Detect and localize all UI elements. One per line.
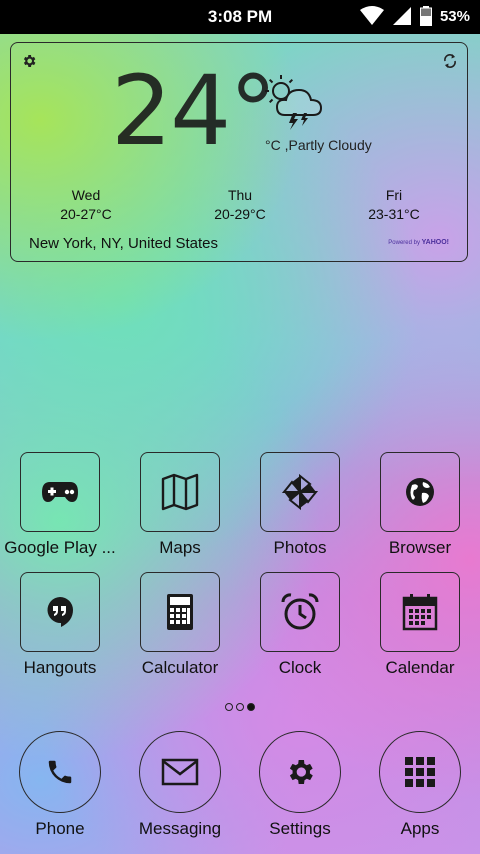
gear-icon[interactable] [21,53,37,69]
partly-cloudy-storm-icon [265,75,323,130]
app-label: Photos [273,538,327,557]
app-label: Phone [35,819,85,838]
app-label: Hangouts [23,658,97,677]
app-tile[interactable] [260,572,340,652]
dock-phone[interactable]: Phone [0,731,120,839]
dock-tile[interactable] [259,731,341,813]
battery-icon [419,6,432,26]
page-dot-active[interactable] [247,703,255,711]
app-label: Messaging [138,819,222,838]
forecast-day-2: Thu 20-29°C [185,186,295,224]
app-browser[interactable]: Browser [360,452,480,558]
gear-icon [289,760,313,784]
wifi-icon [359,6,384,25]
refresh-icon[interactable] [443,53,457,69]
quote-bubble-icon [47,597,73,627]
calculator-icon [167,594,193,630]
app-tile[interactable] [380,452,460,532]
weather-widget[interactable]: 24° °C ,Partly Cloudy Wed 20-27°C Thu 20… [10,42,468,262]
app-label: Clock [278,658,322,677]
status-icons: 53% [359,6,470,26]
dock-apps[interactable]: Apps [360,731,480,839]
app-label: Calendar [385,658,455,677]
yahoo-brand: YAHOO! [421,239,449,246]
globe-icon [406,478,434,506]
forecast-day-name: Fri [385,187,403,203]
dock-tile[interactable] [139,731,221,813]
current-temperature: 24° [111,55,277,167]
forecast-range: 20-29°C [214,206,266,222]
pinwheel-icon [281,473,319,511]
forecast-day-1: Wed 20-27°C [31,186,141,224]
dock-messaging[interactable]: Messaging [120,731,240,839]
app-tile[interactable] [260,452,340,532]
app-grid-icon [405,757,435,787]
app-maps[interactable]: Maps [120,452,240,558]
app-clock[interactable]: Clock [240,572,360,678]
powered-by-text: Powered by [388,240,420,246]
app-tile[interactable] [140,452,220,532]
app-tile[interactable] [140,572,220,652]
app-hangouts[interactable]: Hangouts [0,572,120,678]
map-icon [161,473,199,511]
app-calendar[interactable]: Calendar [360,572,480,678]
app-google-play-games[interactable]: Google Play ... [0,452,120,558]
app-label: Calculator [141,658,219,677]
status-bar: 3:08 PM 53% [0,0,480,34]
envelope-icon [161,758,199,786]
page-dot[interactable] [236,703,244,711]
phone-icon [48,760,72,784]
forecast-range: 20-27°C [60,206,112,222]
app-label: Google Play ... [4,538,116,557]
dock-tile[interactable] [379,731,461,813]
yahoo-logo: Powered by YAHOO! [388,239,449,246]
app-calculator[interactable]: Calculator [120,572,240,678]
app-tile[interactable] [20,452,100,532]
app-label: Maps [159,538,201,557]
alarm-clock-icon [281,593,319,630]
app-label: Apps [400,819,440,838]
forecast-day-name: Wed [71,187,101,203]
cell-signal-icon [392,7,411,25]
app-tile[interactable] [380,572,460,652]
app-label: Settings [269,819,331,838]
page-dot[interactable] [225,703,233,711]
battery-percent: 53% [439,7,470,25]
calendar-icon [402,594,438,631]
app-label: Browser [388,538,452,557]
gamepad-icon [42,482,78,502]
weather-condition: °C ,Partly Cloudy [265,137,372,153]
forecast-range: 23-31°C [368,206,420,222]
dock-tile[interactable] [19,731,101,813]
forecast-day-3: Fri 23-31°C [339,186,449,224]
app-tile[interactable] [20,572,100,652]
forecast-day-name: Thu [227,187,253,203]
app-photos[interactable]: Photos [240,452,360,558]
weather-location: New York, NY, United States [29,235,218,252]
page-indicator[interactable] [0,703,480,711]
dock-settings[interactable]: Settings [240,731,360,839]
